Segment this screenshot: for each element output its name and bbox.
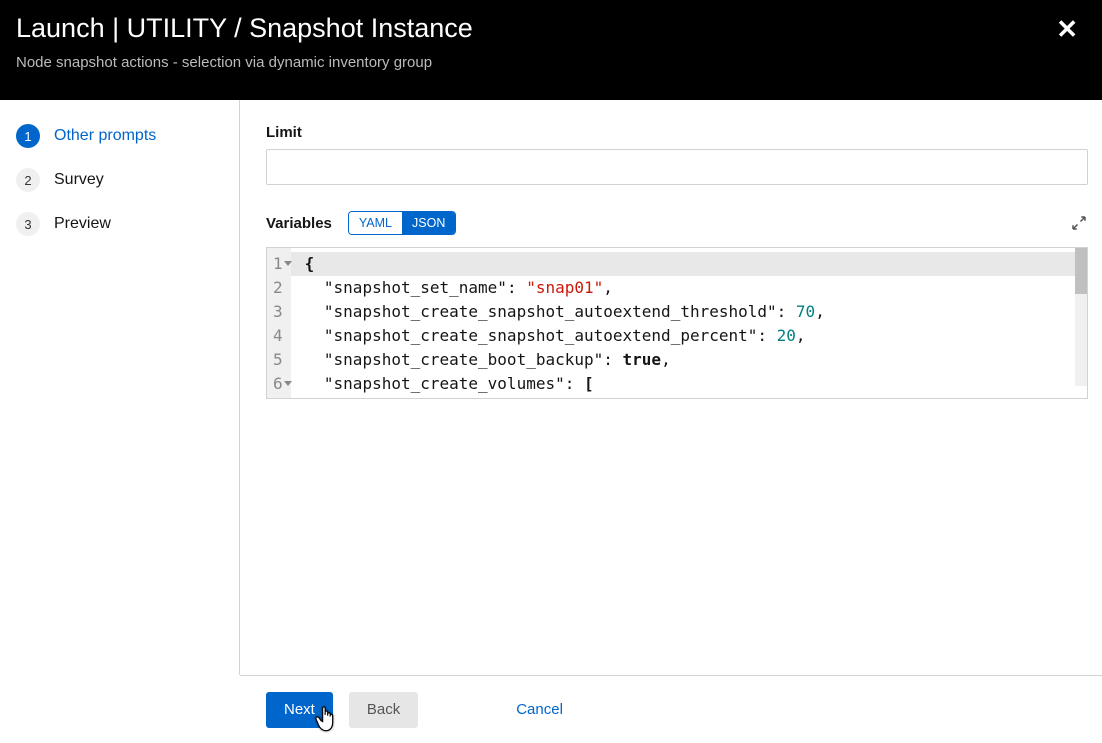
step-label: Survey — [54, 171, 104, 189]
expand-icon[interactable] — [1070, 214, 1088, 232]
variables-label: Variables — [266, 215, 332, 232]
editor-gutter: 123456 — [267, 248, 291, 398]
line-number: 3 — [273, 300, 283, 324]
modal-subtitle: Node snapshot actions - selection via dy… — [16, 54, 1086, 71]
wizard-sidebar: 1 Other prompts 2 Survey 3 Preview — [0, 100, 240, 675]
code-line[interactable]: "snapshot_create_snapshot_autoextend_per… — [305, 324, 1081, 348]
line-number: 1 — [273, 252, 283, 276]
wizard-step-3[interactable]: 3 Preview — [16, 212, 223, 236]
editor-scrollbar-track[interactable] — [1075, 248, 1087, 386]
wizard-footer: Next Back Cancel — [240, 675, 1102, 743]
line-number: 2 — [273, 276, 283, 300]
line-number: 6 — [273, 372, 283, 396]
code-line[interactable]: "snapshot_create_volumes": [ — [305, 372, 1081, 396]
modal-title: Launch | UTILITY / Snapshot Instance — [16, 12, 1086, 44]
step-label: Other prompts — [54, 127, 156, 145]
code-line[interactable]: "snapshot_create_boot_backup": true, — [305, 348, 1081, 372]
line-number: 4 — [273, 324, 283, 348]
next-button[interactable]: Next — [266, 692, 333, 728]
close-icon[interactable]: ✕ — [1056, 14, 1078, 45]
modal-header: Launch | UTILITY / Snapshot Instance Nod… — [0, 0, 1102, 100]
limit-label: Limit — [266, 124, 1088, 141]
wizard-step-1[interactable]: 1 Other prompts — [16, 124, 223, 148]
limit-input[interactable] — [266, 149, 1088, 185]
step-number: 2 — [16, 168, 40, 192]
toggle-yaml[interactable]: YAML — [349, 212, 402, 234]
step-number: 3 — [16, 212, 40, 236]
wizard-content: Limit Variables YAML JSON 123456 { "snap… — [240, 100, 1102, 675]
code-editor[interactable]: 123456 { "snapshot_set_name": "snap01", … — [266, 247, 1088, 399]
editor-code[interactable]: { "snapshot_set_name": "snap01", "snapsh… — [291, 248, 1087, 398]
code-line[interactable]: { — [291, 252, 1087, 276]
wizard-step-2[interactable]: 2 Survey — [16, 168, 223, 192]
cancel-button[interactable]: Cancel — [498, 692, 581, 728]
step-number: 1 — [16, 124, 40, 148]
code-line[interactable]: "snapshot_create_snapshot_autoextend_thr… — [305, 300, 1081, 324]
back-button[interactable]: Back — [349, 692, 418, 728]
editor-scrollbar-thumb[interactable] — [1075, 248, 1087, 294]
toggle-json[interactable]: JSON — [402, 212, 455, 234]
code-line[interactable]: "snapshot_set_name": "snap01", — [305, 276, 1081, 300]
format-toggle: YAML JSON — [348, 211, 456, 235]
line-number: 5 — [273, 348, 283, 372]
step-label: Preview — [54, 215, 111, 233]
